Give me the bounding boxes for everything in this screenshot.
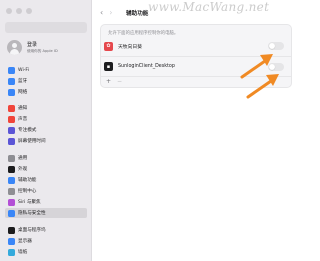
sidebar-item-dock[interactable]: 桌面与程序坞	[5, 225, 87, 235]
sidebar-item-label: Siri 与聚焦	[18, 200, 41, 205]
display-icon	[8, 237, 15, 245]
add-app-button[interactable]: +	[106, 78, 111, 86]
bell-icon	[8, 104, 15, 112]
dock-icon	[8, 226, 15, 234]
sidebar-item-label: 屏幕使用时间	[18, 139, 46, 144]
sidebar-item-hand[interactable]: 隐私与安全性	[5, 208, 87, 218]
search-field[interactable]	[5, 22, 87, 33]
globe-icon	[8, 88, 15, 96]
sidebar-item-bell[interactable]: 通知	[5, 103, 87, 113]
page-title: 辅助功能	[126, 11, 149, 17]
gear-icon	[8, 154, 15, 162]
back-button[interactable]: ‹	[100, 8, 103, 18]
terminal-app-icon: ▪	[104, 62, 113, 71]
control-center-icon	[8, 187, 15, 195]
navigation-arrows: ‹ ›	[100, 8, 112, 18]
speaker-icon	[8, 115, 15, 123]
wallpaper-icon	[8, 248, 15, 256]
sidebar: 登录 使用你的 Apple ID Wi-Fi 蓝牙网络通知声音专注模式屏幕使用时间…	[0, 0, 92, 261]
sidebar-item-siri[interactable]: Siri 与聚焦	[5, 197, 87, 207]
accessibility-icon	[8, 176, 15, 184]
sidebar-item-label: 控制中心	[18, 189, 37, 194]
bluetooth-icon	[8, 77, 15, 85]
sidebar-item-label: 外观	[18, 167, 28, 172]
main-content: ‹ › 辅助功能 www.MacWang.net 允许下面的应用程序控制你的电脑…	[92, 0, 300, 261]
sunflower-app-icon: ✿	[104, 41, 113, 51]
remove-app-button[interactable]: −	[117, 78, 122, 86]
sidebar-item-appearance[interactable]: 外观	[5, 164, 87, 174]
hourglass-icon	[8, 137, 15, 145]
sidebar-item-label: 桌面与程序坞	[18, 228, 46, 233]
sidebar-item-label: 墙纸	[18, 250, 28, 255]
wifi-icon	[8, 66, 15, 74]
sidebar-item-globe[interactable]: 网络	[5, 87, 87, 97]
zoom-window-button[interactable]	[26, 8, 32, 14]
sidebar-item-bluetooth[interactable]: 蓝牙	[5, 76, 87, 86]
moon-icon	[8, 126, 15, 134]
account-subtitle: 使用你的 Apple ID	[27, 48, 58, 53]
sidebar-item-wallpaper[interactable]: 墙纸	[5, 247, 87, 257]
sidebar-item-gear[interactable]: 通用	[5, 153, 87, 163]
sidebar-item-label: 显示器	[18, 239, 32, 244]
watermark: www.MacWang.net	[148, 0, 270, 14]
app-name: 天牧向日葵	[118, 44, 142, 50]
sidebar-item-label: 声音	[18, 117, 28, 122]
minimize-window-button[interactable]	[16, 8, 22, 14]
sidebar-item-label: 网络	[18, 90, 28, 95]
siri-icon	[8, 198, 15, 206]
title-bar: ‹ › 辅助功能 www.MacWang.net	[92, 0, 300, 26]
sidebar-item-label: 通知	[18, 106, 28, 111]
sidebar-item-speaker[interactable]: 声音	[5, 114, 87, 124]
sidebar-item-accessibility[interactable]: 辅助功能	[5, 175, 87, 185]
appearance-icon	[8, 165, 15, 173]
forward-button[interactable]: ›	[109, 8, 112, 18]
account-text: 登录 使用你的 Apple ID	[27, 42, 58, 54]
hand-icon	[8, 209, 15, 217]
sidebar-item-label: 专注模式	[18, 128, 37, 133]
sidebar-item-hourglass[interactable]: 屏幕使用时间	[5, 136, 87, 146]
app-name: SunloginClient_Desktop	[118, 64, 175, 69]
sidebar-item-label: 辅助功能	[18, 178, 37, 183]
app-toggle-sunflower[interactable]	[268, 42, 284, 50]
window-controls	[6, 8, 32, 14]
sidebar-item-label: 隐私与安全性	[18, 211, 46, 216]
sidebar-item-moon[interactable]: 专注模式	[5, 125, 87, 135]
sidebar-item-display[interactable]: 显示器	[5, 236, 87, 246]
sidebar-item-label: 蓝牙	[18, 79, 28, 84]
close-window-button[interactable]	[6, 8, 12, 14]
sidebar-item-wifi[interactable]: Wi-Fi	[5, 65, 87, 75]
account-item[interactable]: 登录 使用你的 Apple ID	[7, 40, 58, 55]
sidebar-item-control-center[interactable]: 控制中心	[5, 186, 87, 196]
system-settings-window: 登录 使用你的 Apple ID Wi-Fi 蓝牙网络通知声音专注模式屏幕使用时间…	[0, 0, 300, 261]
sidebar-item-label: Wi-Fi	[18, 67, 29, 73]
annotation-arrow-icon	[246, 74, 279, 99]
avatar	[7, 40, 22, 55]
sidebar-item-label: 通用	[18, 156, 28, 161]
